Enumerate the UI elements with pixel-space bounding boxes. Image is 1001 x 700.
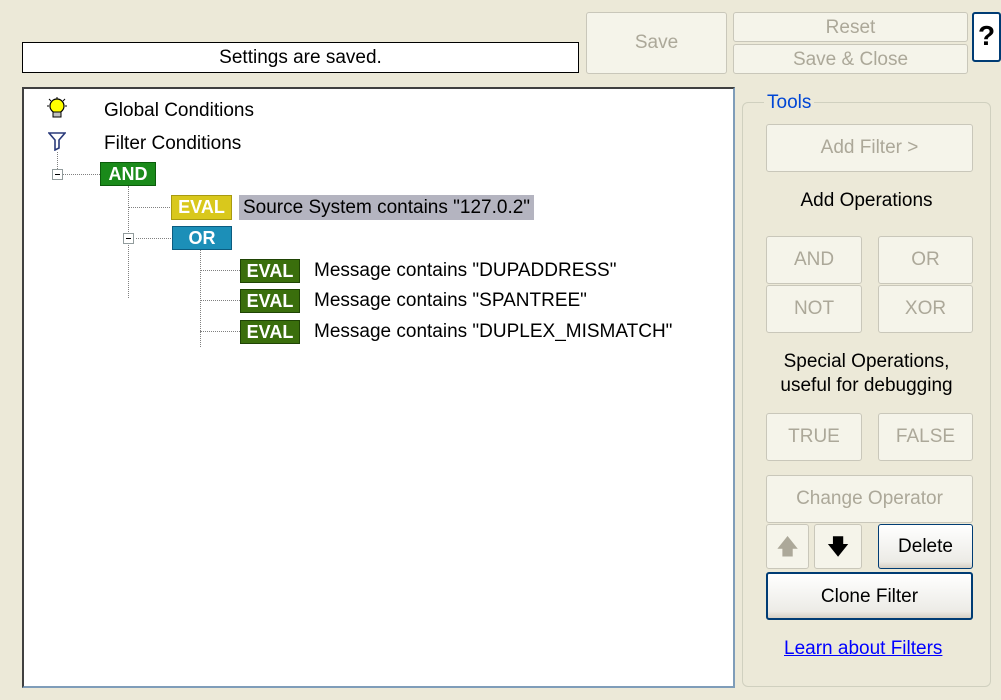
filter-tree[interactable]: Global Conditions Filter Conditions AND … [22,87,735,688]
tree-line [200,270,240,271]
move-down-button[interactable]: 🡇 [814,524,862,569]
move-up-button[interactable]: 🡅 [766,524,809,569]
false-button[interactable]: FALSE [878,413,973,461]
special-operations-label: Special Operations, useful for debugging [742,350,991,398]
not-button[interactable]: NOT [766,285,862,333]
add-filter-button[interactable]: Add Filter > [766,124,973,172]
arrow-up-icon: 🡅 [776,534,799,559]
global-conditions-node[interactable]: Global Conditions [104,100,254,122]
eval-badge[interactable]: EVAL [171,195,232,220]
true-button[interactable]: TRUE [766,413,862,461]
lightbulb-icon [46,97,68,121]
tools-title: Tools [764,92,815,114]
eval-item-dupaddress[interactable]: Message contains "DUPADDRESS" [314,259,616,283]
save-button[interactable]: Save [586,12,727,74]
eval-item-spantree[interactable]: Message contains "SPANTREE" [314,289,587,313]
help-button[interactable]: ? [972,12,1001,62]
eval-item-duplex-mismatch[interactable]: Message contains "DUPLEX_MISMATCH" [314,320,672,344]
and-badge[interactable]: AND [100,162,156,186]
tree-line [57,152,58,169]
tree-line [200,331,240,332]
arrow-down-icon: 🡇 [826,534,850,559]
or-button[interactable]: OR [878,236,973,284]
clone-filter-button[interactable]: Clone Filter [766,572,973,620]
add-operations-label: Add Operations [800,190,933,211]
collapse-and-toggle[interactable] [52,169,63,180]
xor-button[interactable]: XOR [878,285,973,333]
tree-line [128,207,172,208]
eval-badge[interactable]: EVAL [240,320,300,344]
tree-line [63,174,100,175]
or-badge[interactable]: OR [172,226,232,250]
tree-line [136,238,173,239]
and-button[interactable]: AND [766,236,862,284]
learn-about-filters-link[interactable]: Learn about Filters [784,638,942,660]
save-close-button[interactable]: Save & Close [733,44,968,74]
collapse-or-toggle[interactable] [123,233,134,244]
special-operations-line1: Special Operations, [783,351,950,372]
change-operator-button[interactable]: Change Operator [766,475,973,523]
status-text: Settings are saved. [22,42,579,73]
delete-button[interactable]: Delete [878,524,973,569]
funnel-icon [47,131,67,152]
eval-item-source-system[interactable]: Source System contains "127.0.2" [239,195,535,220]
eval-badge[interactable]: EVAL [240,289,300,313]
help-icon: ? [977,20,996,51]
filter-conditions-node[interactable]: Filter Conditions [104,133,241,155]
tree-line [200,250,201,347]
tree-line [200,300,240,301]
reset-button[interactable]: Reset [733,12,968,42]
special-operations-line2: useful for debugging [780,375,953,396]
eval-badge[interactable]: EVAL [240,259,300,283]
